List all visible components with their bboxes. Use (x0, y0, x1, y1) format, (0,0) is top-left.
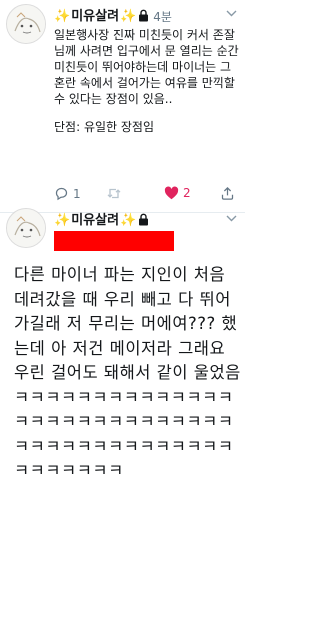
lock-icon (138, 7, 149, 26)
share-button[interactable] (220, 186, 235, 201)
sparkle-icon: ✨ (120, 212, 137, 228)
tweet-text-footer: 단점: 유일한 장점임 (54, 120, 154, 134)
chevron-down-icon[interactable] (226, 10, 237, 17)
avatar[interactable] (6, 208, 46, 248)
tweet-header: ✨ 미유살려 ✨ 4분 (54, 7, 172, 26)
timestamp[interactable]: 4분 (153, 8, 172, 25)
sparkle-icon: ✨ (54, 212, 71, 228)
tweet-text: 다른 마이너 파는 지인이 처음 데려갔을 때 우리 빼고 다 뛰어가길래 저 … (14, 265, 241, 480)
retweet-icon (107, 188, 121, 199)
tweet-actions: 1 2 (54, 186, 240, 204)
sparkle-icon: ✨ (120, 8, 137, 24)
avatar[interactable] (6, 4, 46, 44)
avatar-image (7, 209, 45, 247)
tweet-header: ✨ 미유살려 ✨ (54, 211, 149, 230)
display-name[interactable]: 미유살려 (71, 213, 119, 228)
tweet-2[interactable]: ✨ 미유살려 ✨ 다른 마이너 파는 지인이 처음 데려갔을 때 우리 빼고 다… (0, 208, 245, 633)
like-count: 2 (183, 186, 191, 200)
lock-icon (138, 211, 149, 230)
share-icon (221, 186, 234, 200)
reply-icon (55, 187, 68, 201)
avatar-image (7, 5, 45, 43)
like-button[interactable]: 2 (164, 186, 191, 200)
display-name[interactable]: 미유살려 (71, 9, 119, 24)
tweet-text: 일본행사장 진짜 미친듯이 커서 존잘님께 사려면 입구에서 문 열리는 순간 … (54, 27, 240, 135)
redacted-bar (54, 231, 174, 251)
reply-button[interactable]: 1 (54, 186, 81, 201)
reply-count: 1 (73, 186, 81, 201)
heart-icon (164, 186, 179, 200)
tweet-1[interactable]: ✨ 미유살려 ✨ 4분 일본행사장 진짜 미친듯이 커서 존잘님께 사려면 입구… (0, 0, 245, 213)
tweet-text-main: 일본행사장 진짜 미친듯이 커서 존잘님께 사려면 입구에서 문 열리는 순간 … (54, 28, 239, 106)
chevron-down-icon[interactable] (226, 215, 237, 222)
retweet-button[interactable] (106, 186, 122, 201)
sparkle-icon: ✨ (54, 8, 71, 24)
